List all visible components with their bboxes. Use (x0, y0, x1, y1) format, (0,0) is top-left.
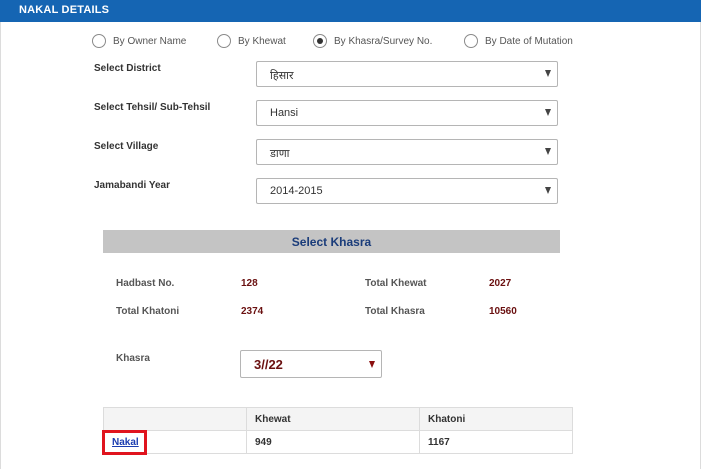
table-header-row: Khewat Khatoni (103, 407, 573, 431)
tehsil-select[interactable]: Hansi (256, 100, 558, 126)
village-label: Select Village (94, 141, 159, 152)
header-bar: NAKAL DETAILS (0, 0, 701, 22)
hadbast-value: 128 (241, 278, 258, 289)
tehsil-label: Select Tehsil/ Sub-Tehsil (94, 102, 211, 113)
total-khatoni-label: Total Khatoni (116, 306, 180, 317)
panel-left-border (0, 22, 1, 469)
dropdown-arrow-icon (545, 148, 551, 155)
district-value: हिसार (270, 70, 294, 82)
khasra-panel-header: Select Khasra (103, 230, 560, 253)
village-value: डाणा (270, 148, 290, 160)
district-label: Select District (94, 63, 161, 74)
village-select[interactable]: डाणा (256, 139, 558, 165)
hadbast-label: Hadbast No. (116, 278, 175, 289)
radio-label: By Khasra/Survey No. (334, 35, 433, 47)
year-value: 2014-2015 (270, 185, 323, 197)
dropdown-arrow-icon (545, 187, 551, 194)
column-header-khatoni: Khatoni (419, 407, 573, 431)
tehsil-value: Hansi (270, 107, 299, 119)
total-khasra-label: Total Khasra (365, 306, 425, 317)
nakal-highlight-box (102, 430, 147, 455)
khasra-value: 3//22 (254, 357, 283, 372)
radio-label: By Khewat (238, 35, 286, 47)
khasra-panel-title: Select Khasra (291, 235, 372, 249)
total-khewat-label: Total Khewat (365, 278, 427, 289)
year-select[interactable]: 2014-2015 (256, 178, 558, 204)
radio-button[interactable] (92, 34, 106, 48)
total-khasra-value: 10560 (489, 306, 517, 317)
column-header (103, 407, 247, 431)
results-table: Khewat Khatoni Nakal 949 1167 (103, 407, 573, 454)
column-header-khewat: Khewat (246, 407, 420, 431)
khasra-label: Khasra (116, 353, 150, 364)
table-cell-khatoni: 1167 (419, 430, 573, 454)
dropdown-arrow-icon (545, 70, 551, 77)
total-khatoni-value: 2374 (241, 306, 264, 317)
total-khewat-value: 2027 (489, 278, 512, 289)
page-title: NAKAL DETAILS (19, 4, 110, 16)
khasra-select[interactable]: 3//22 (240, 350, 382, 378)
table-row: Nakal 949 1167 (103, 430, 573, 454)
radio-by-date-of-mutation[interactable]: By Date of Mutation (464, 33, 573, 49)
radio-label: By Owner Name (113, 35, 187, 47)
radio-by-owner-name[interactable]: By Owner Name (92, 33, 186, 49)
dropdown-arrow-icon (369, 361, 375, 368)
year-label: Jamabandi Year (94, 180, 170, 191)
table-cell-khewat: 949 (246, 430, 420, 454)
radio-button[interactable] (217, 34, 231, 48)
dropdown-arrow-icon (545, 109, 551, 116)
radio-label: By Date of Mutation (485, 35, 573, 47)
district-select[interactable]: हिसार (256, 61, 558, 87)
radio-button[interactable] (464, 34, 478, 48)
radio-by-khasra[interactable]: By Khasra/Survey No. (313, 33, 432, 49)
radio-button-selected[interactable] (313, 34, 327, 48)
radio-by-khewat[interactable]: By Khewat (217, 33, 286, 49)
